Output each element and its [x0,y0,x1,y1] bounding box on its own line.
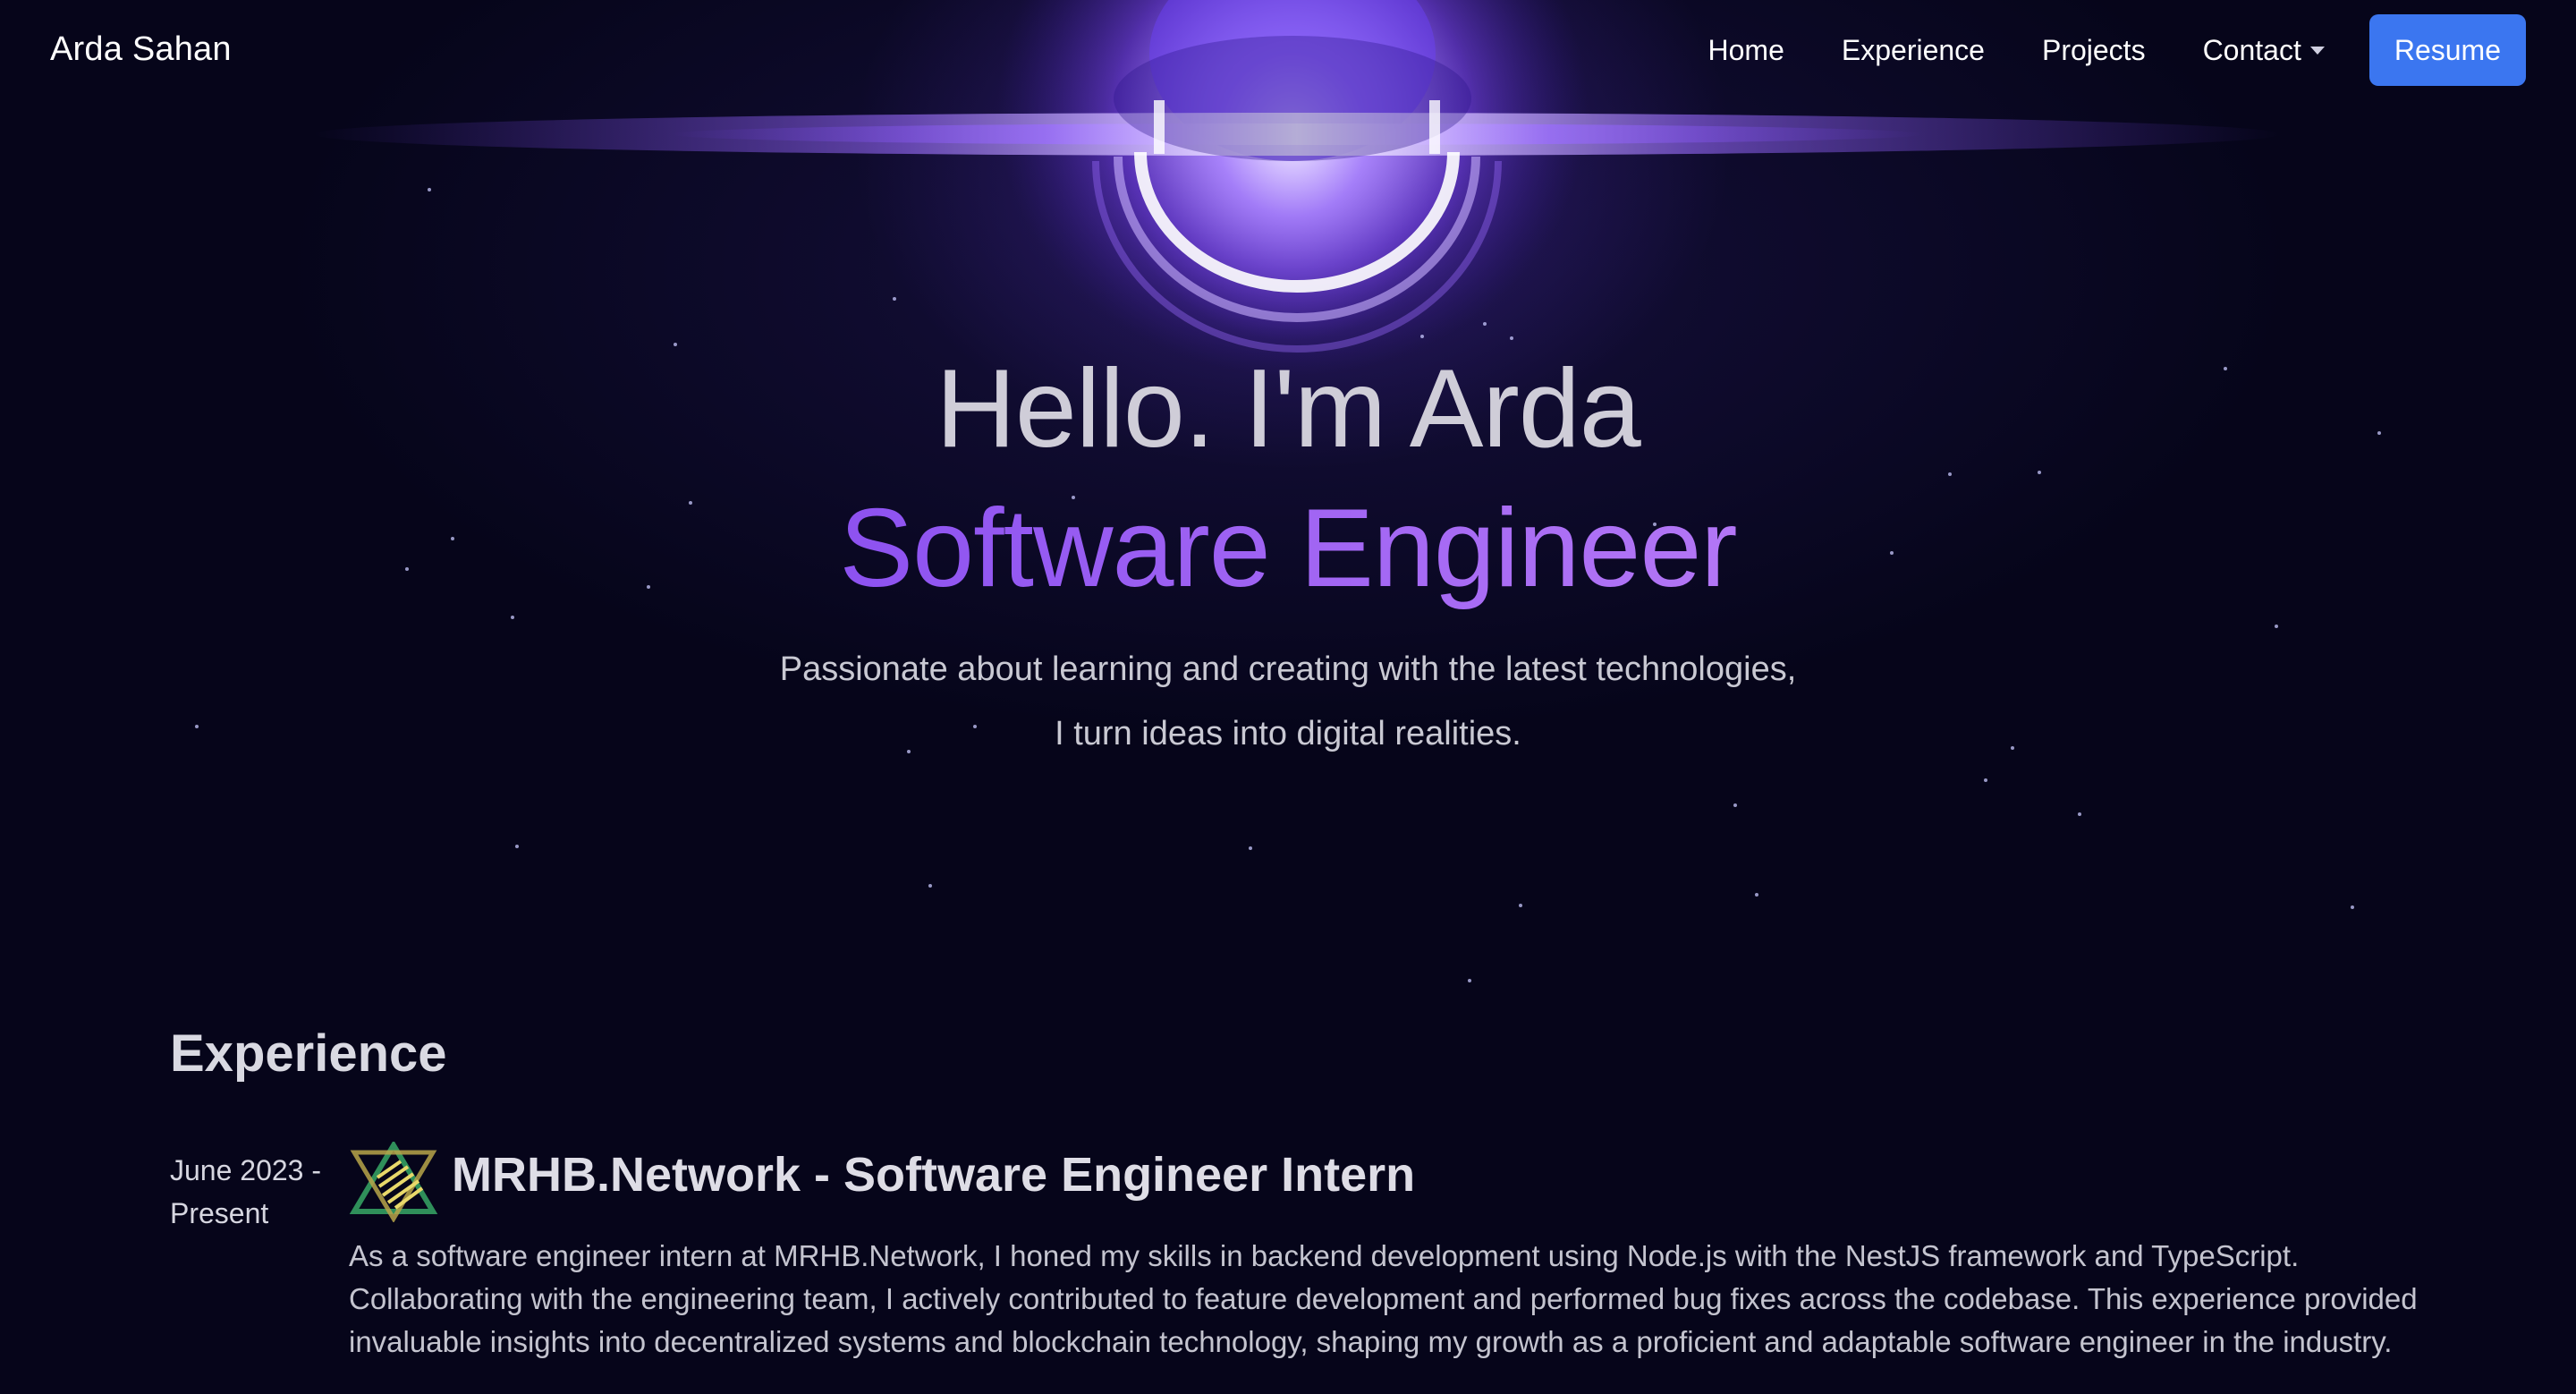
hero-tagline: Passionate about learning and creating w… [0,637,2576,766]
experience-title: MRHB.Network - Software Engineer Intern [452,1148,1416,1202]
navbar: Arda Sahan Home Experience Projects Cont… [0,0,2576,100]
hero-tagline-line1: Passionate about learning and creating w… [779,650,1797,688]
experience-description: As a software engineer intern at MRHB.Ne… [349,1239,2418,1358]
chevron-down-icon [2309,46,2325,55]
brand-link[interactable]: Arda Sahan [50,30,232,69]
experience-date: June 2023 - Present [170,1149,349,1235]
hero-greeting: Hello. I'm Arda [936,347,1640,471]
nav-links: Home Experience Projects Contact Resume [1651,14,2526,86]
experience-date-end: Present [170,1197,269,1229]
hero-role: Software Engineer [0,481,2576,616]
experience-section-title: Experience [170,1024,447,1083]
experience-date-start: June 2023 - [170,1154,322,1186]
nav-experience-link[interactable]: Experience [1842,34,1985,67]
resume-button[interactable]: Resume [2368,14,2526,86]
nav-contact-label: Contact [2202,33,2301,66]
nav-projects-link[interactable]: Projects [2042,34,2146,67]
hero-tagline-line2: I turn ideas into digital realities. [1055,715,1521,752]
nav-contact-dropdown[interactable]: Contact [2203,34,2325,67]
mrhb-logo-icon [349,1142,438,1222]
nav-home-link[interactable]: Home [1708,34,1784,67]
